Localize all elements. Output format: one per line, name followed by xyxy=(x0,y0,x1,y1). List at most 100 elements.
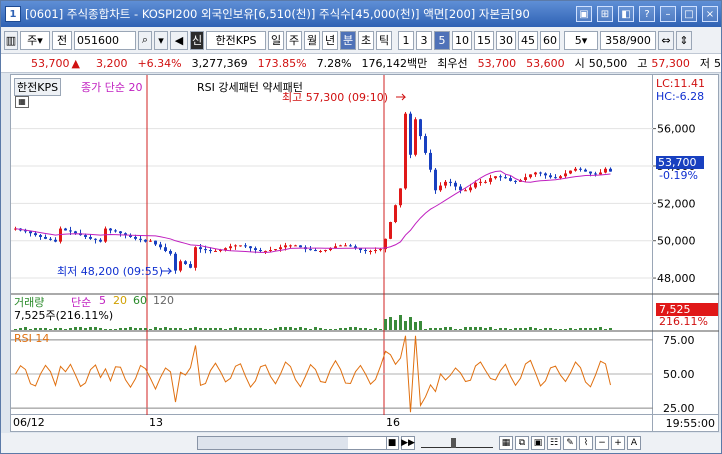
rsi-tick-label: 25.00 xyxy=(663,402,695,415)
zoom-slider-handle[interactable] xyxy=(451,438,456,448)
volume-bar xyxy=(74,327,77,330)
compare-icon[interactable]: ▣ xyxy=(531,436,545,450)
volume-bar xyxy=(604,329,607,330)
candle-body xyxy=(349,245,352,247)
volume-bar xyxy=(314,327,317,330)
close-icon[interactable]: × xyxy=(702,6,718,22)
volume-bar xyxy=(219,328,222,330)
market-value: 주 xyxy=(27,34,38,47)
search-icon[interactable]: ⌕ xyxy=(138,30,152,50)
minimize-icon[interactable]: – xyxy=(660,6,676,22)
candle-body xyxy=(569,170,572,174)
volume-bar xyxy=(119,328,122,330)
volume-bar xyxy=(409,317,412,330)
period-button-0[interactable]: 일 xyxy=(268,30,284,50)
trade-amount: 176,142백만 xyxy=(361,57,428,70)
candle-body xyxy=(99,239,102,242)
link-icon[interactable]: ⊞ xyxy=(597,6,613,22)
stop-icon[interactable]: ■ xyxy=(385,436,399,450)
candle-body xyxy=(474,182,477,188)
stock-code-input[interactable]: 051600 xyxy=(74,30,136,50)
next-data-icon[interactable]: ⇕ xyxy=(676,30,692,50)
print-icon[interactable]: ▣ xyxy=(576,6,592,22)
horizontal-scrollbar[interactable] xyxy=(197,436,387,450)
scroll-thumb[interactable] xyxy=(198,437,348,449)
interval-button-6[interactable]: 45 xyxy=(518,30,538,50)
rsi-panel-title[interactable]: RSI 14 xyxy=(14,332,49,345)
zoom-out-icon[interactable]: − xyxy=(595,436,609,450)
candle-body xyxy=(554,177,557,179)
zoom-in-icon[interactable]: + xyxy=(611,436,625,450)
interval-button-2[interactable]: 5 xyxy=(434,30,450,50)
copy-icon[interactable]: ⧉ xyxy=(515,436,529,450)
zoom-slider[interactable] xyxy=(421,438,493,448)
candle-body xyxy=(174,253,177,271)
candle-body xyxy=(109,228,112,231)
interval-button-7[interactable]: 60 xyxy=(540,30,560,50)
high-label: 고 xyxy=(637,57,648,70)
chart-type-icon[interactable]: ▥ xyxy=(4,30,18,50)
candle-body xyxy=(464,190,467,192)
candle-body xyxy=(34,233,37,236)
chart-area[interactable] xyxy=(10,74,654,416)
period-button-6[interactable]: 틱 xyxy=(376,30,392,50)
forward-icon[interactable]: ▶▶ xyxy=(401,436,415,450)
candle-body xyxy=(144,239,147,242)
candle-body xyxy=(204,249,207,251)
price-tick-label: 56,000 xyxy=(657,123,696,136)
period-button-1[interactable]: 주 xyxy=(286,30,302,50)
help-icon[interactable]: ? xyxy=(639,6,655,22)
maximize-icon[interactable]: □ xyxy=(681,6,697,22)
count-select[interactable]: 5 ▾ xyxy=(564,30,598,50)
window-number-icon[interactable]: 1 xyxy=(5,6,21,22)
chevron-down-icon[interactable]: ▾ xyxy=(154,30,168,50)
indicator-icon[interactable]: ⌇ xyxy=(579,436,593,450)
volume-bar xyxy=(464,327,467,330)
table-icon[interactable]: ☷ xyxy=(547,436,561,450)
candle-body xyxy=(94,238,97,240)
candle-body xyxy=(534,172,537,175)
period-button-2[interactable]: 월 xyxy=(304,30,320,50)
period-button-4[interactable]: 분 xyxy=(340,30,356,50)
font-size-icon[interactable]: A xyxy=(627,436,641,450)
period-button-3[interactable]: 년 xyxy=(322,30,338,50)
chart-stock-title[interactable]: 한전KPS xyxy=(14,78,62,96)
candle-body xyxy=(69,230,72,232)
volume-bar xyxy=(279,327,282,330)
gubun-select[interactable]: 전 xyxy=(52,30,72,50)
volume-bar xyxy=(264,329,267,330)
volume-bar xyxy=(309,329,312,330)
volume-bar xyxy=(69,328,72,330)
low-annotation: 최저 48,200 (09:55) xyxy=(57,265,164,278)
interval-button-3[interactable]: 10 xyxy=(452,30,472,50)
interval-button-5[interactable]: 30 xyxy=(496,30,516,50)
period-button-5[interactable]: 초 xyxy=(358,30,374,50)
candle-body xyxy=(549,175,552,178)
candle-body xyxy=(184,261,187,265)
volume-value-text: 7,525주(216.11%) xyxy=(14,309,114,322)
volume-bar xyxy=(199,328,202,330)
speaker-icon[interactable]: ◀ xyxy=(170,30,188,50)
market-select[interactable]: 주 ▾ xyxy=(20,30,50,50)
candle-body xyxy=(379,249,382,251)
volume-bar xyxy=(109,329,112,330)
interval-button-0[interactable]: 1 xyxy=(398,30,414,50)
volume-bar xyxy=(94,327,97,330)
volume-ma-120: 120 xyxy=(153,294,174,307)
volume-bar xyxy=(164,327,167,330)
layout-icon[interactable]: ▦ xyxy=(499,436,513,450)
ma-legend[interactable]: 종가 단순 20 xyxy=(81,79,142,95)
prev-data-icon[interactable]: ⇔ xyxy=(658,30,674,50)
interval-button-1[interactable]: 3 xyxy=(416,30,432,50)
volume-ma-60: 60 xyxy=(133,294,147,307)
candle-body xyxy=(574,168,577,171)
volume-bar xyxy=(134,328,137,330)
candle-body xyxy=(364,250,367,252)
window-title: [0601] 주식종합차트 - KOSPI200 외국인보유[6,510(천)]… xyxy=(25,7,530,21)
grid-icon[interactable]: ▦ xyxy=(15,96,29,108)
interval-button-4[interactable]: 15 xyxy=(474,30,494,50)
settings-icon[interactable]: ◧ xyxy=(618,6,634,22)
volume-bar xyxy=(434,328,437,330)
candle-body xyxy=(74,231,77,234)
tools-icon[interactable]: ✎ xyxy=(563,436,577,450)
